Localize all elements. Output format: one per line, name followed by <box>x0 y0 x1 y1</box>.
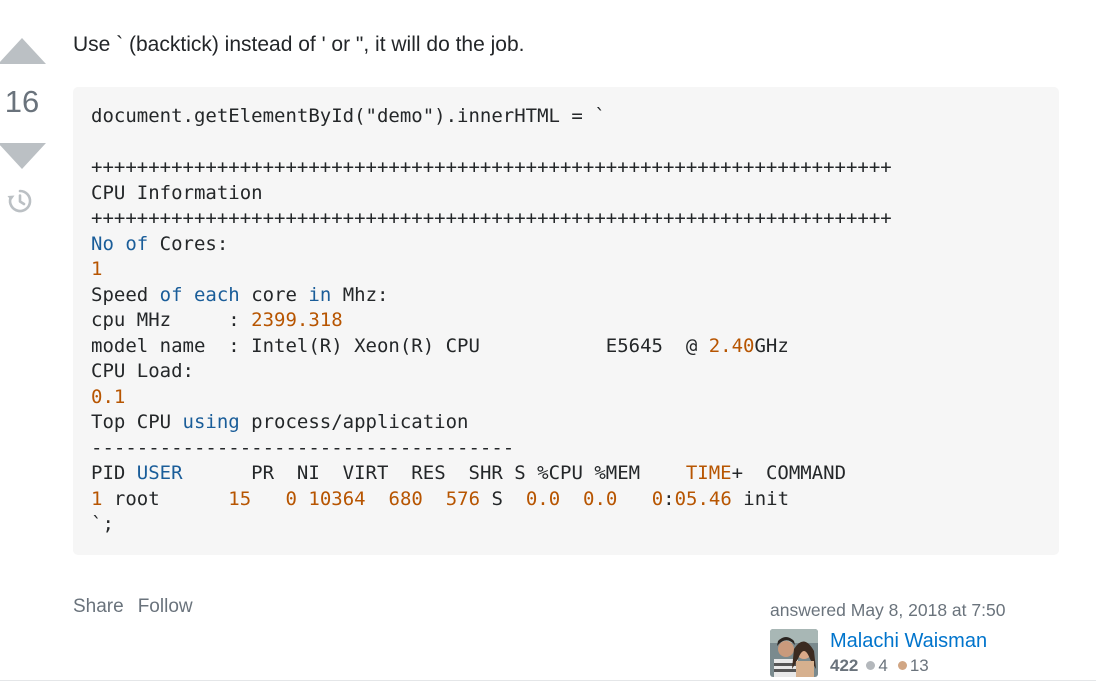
code-token: + COMMAND <box>731 462 847 484</box>
code-token: S <box>480 487 526 510</box>
code-line: CPU Load: <box>91 360 194 382</box>
code-line: No of Cores: <box>91 233 228 255</box>
user-card: answered May 8, 2018 at 7:50 Malachi Wai… <box>770 600 1070 677</box>
code-token: process/application <box>239 411 469 433</box>
user-name-link[interactable]: Malachi Waisman <box>830 631 987 651</box>
code-line: Top CPU using process/application <box>91 411 469 433</box>
vote-column: 16 <box>0 38 48 215</box>
code-token: ------------------------------------- <box>91 436 515 459</box>
code-token: core <box>239 283 309 306</box>
code-token: model name : Intel(R) Xeon(R) CPU E5645 … <box>91 334 709 357</box>
silver-badge-icon <box>866 661 876 670</box>
user-info: Malachi Waisman 422 4 13 <box>770 629 1070 677</box>
code-line: PID USER PR NI VIRT RES SHR S %CPU %MEM … <box>91 462 846 484</box>
code-token: 0 <box>651 487 664 510</box>
code-token: TIME <box>685 462 732 484</box>
avatar[interactable] <box>770 629 818 677</box>
bronze-badge-count: 13 <box>909 656 929 675</box>
code-token: 1 <box>91 487 103 510</box>
code-token: root <box>102 487 229 510</box>
bronze-badge-icon <box>897 661 907 670</box>
code-token: PID <box>91 462 137 484</box>
reputation-score: 422 <box>830 656 859 675</box>
silver-badges: 4 <box>866 656 888 675</box>
code-line: document.getElementById("demo").innerHTM… <box>91 105 606 127</box>
code-token: Cores: <box>148 232 229 255</box>
history-icon[interactable] <box>6 187 34 215</box>
answer-post: 16 Use ` (backtick) instead of ' or ", i… <box>0 0 1096 685</box>
code-token: 10364 <box>308 487 366 510</box>
code-token: 0 <box>285 487 297 510</box>
bronze-badges: 13 <box>897 656 929 675</box>
code-token: 2399.318 <box>251 309 343 331</box>
code-token: ++++++++++++++++++++++++++++++++++++++++… <box>91 156 892 178</box>
downvote-button[interactable] <box>0 143 46 169</box>
silver-badge-count: 4 <box>878 656 888 675</box>
answer-text: Use ` (backtick) instead of ' or ", it w… <box>73 33 525 56</box>
code-token: 2.40 <box>708 334 755 357</box>
code-token: of <box>125 232 149 255</box>
code-token: cpu MHz : <box>91 309 252 331</box>
code-token: in <box>308 283 332 306</box>
user-details: Malachi Waisman 422 4 13 <box>830 629 987 677</box>
follow-link[interactable]: Follow <box>138 596 193 618</box>
code-token: CPU Load: <box>91 360 194 382</box>
code-token: PR NI VIRT RES SHR S %CPU %MEM <box>182 462 686 484</box>
code-token: No <box>91 232 114 255</box>
code-token: Top CPU <box>91 411 183 433</box>
post-menu: Share Follow <box>73 596 193 618</box>
code-token: document.getElementById("demo").innerHTM… <box>91 105 606 127</box>
code-token: 1 <box>91 258 103 280</box>
code-token: 0.1 <box>91 385 126 408</box>
code-line: CPU Information <box>91 182 263 204</box>
code-line: 0.1 <box>91 386 125 408</box>
code-token: `; <box>91 513 114 535</box>
divider <box>0 680 1096 681</box>
code-line: ++++++++++++++++++++++++++++++++++++++++… <box>91 156 892 178</box>
code-token: CPU Information <box>91 181 263 204</box>
code-token: 0.0 <box>525 487 561 510</box>
upvote-button[interactable] <box>0 38 46 64</box>
code-line: ++++++++++++++++++++++++++++++++++++++++… <box>91 207 892 229</box>
code-token: : <box>663 487 675 510</box>
code-line: model name : Intel(R) Xeon(R) CPU E5645 … <box>91 335 789 357</box>
code-token: using <box>182 411 240 433</box>
code-line: `; <box>91 513 114 535</box>
code-token: USER <box>136 462 183 484</box>
code-line: cpu MHz : 2399.318 <box>91 309 343 331</box>
code-token: 576 <box>445 487 481 510</box>
code-content: document.getElementById("demo").innerHTM… <box>91 104 1041 538</box>
code-line: 1 <box>91 258 102 280</box>
code-block: document.getElementById("demo").innerHTM… <box>73 87 1059 555</box>
code-token: init <box>731 487 790 510</box>
code-line: 1 root 15 0 10364 680 576 S 0.0 0.0 0:05… <box>91 488 789 510</box>
code-token: 0.0 <box>583 487 618 510</box>
code-token: Speed <box>91 283 160 306</box>
code-token: each <box>193 283 240 306</box>
reputation-line: 422 4 13 <box>830 657 987 674</box>
code-line: Speed of each core in Mhz: <box>91 284 388 306</box>
code-token: ++++++++++++++++++++++++++++++++++++++++… <box>91 207 892 229</box>
code-token: 15 <box>228 487 252 510</box>
code-token: Mhz: <box>331 283 389 306</box>
code-token: of <box>159 283 183 306</box>
answered-time: answered May 8, 2018 at 7:50 <box>770 600 1006 620</box>
code-token: 680 <box>388 487 423 510</box>
vote-count: 16 <box>4 84 40 119</box>
code-line: ------------------------------------- <box>91 437 514 459</box>
code-token: GHz <box>754 334 789 357</box>
share-link[interactable]: Share <box>73 596 124 618</box>
code-token: 05.46 <box>674 487 732 510</box>
